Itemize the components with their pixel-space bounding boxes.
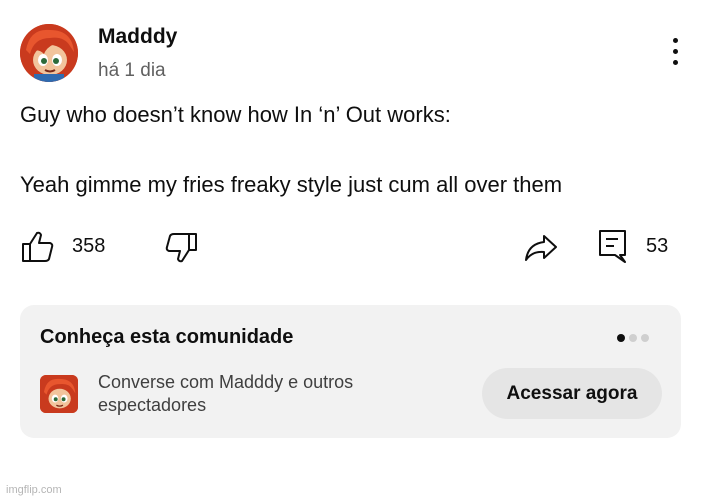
- reply-button[interactable]: [598, 229, 628, 270]
- watermark: imgflip.com: [6, 484, 62, 496]
- thumbs-down-icon: [165, 233, 197, 263]
- pager-dot-active[interactable]: [617, 334, 625, 342]
- avatar[interactable]: [20, 24, 78, 82]
- avatar-character-icon: [40, 375, 78, 413]
- comment-text-line-1: Guy who doesn’t know how In ‘n’ Out work…: [20, 102, 451, 127]
- community-card-description: Converse com Madddy e outros espectadore…: [98, 372, 354, 415]
- community-card-title: Conheça esta comunidade: [40, 326, 294, 348]
- more-options-icon[interactable]: [664, 38, 686, 70]
- thumbs-up-icon: [22, 231, 54, 262]
- comment-icon: [599, 230, 626, 263]
- dislike-button[interactable]: [164, 231, 198, 270]
- comment-author[interactable]: Madddy: [98, 25, 177, 49]
- comment-timestamp: há 1 dia: [98, 60, 166, 81]
- avatar-character-icon: [20, 24, 78, 82]
- join-community-button[interactable]: Acessar agora: [482, 368, 662, 419]
- share-icon: [525, 235, 557, 261]
- share-button[interactable]: [524, 232, 558, 267]
- reply-count: 53: [646, 235, 669, 257]
- pager-dot[interactable]: [641, 334, 649, 342]
- community-avatar: [40, 375, 78, 413]
- comment-text-line-2: Yeah gimme my fries freaky style just cu…: [20, 172, 563, 197]
- like-button[interactable]: [21, 230, 55, 269]
- carousel-pager[interactable]: [617, 329, 653, 347]
- community-card: Conheça esta comunidade Converse com Mad…: [20, 305, 681, 438]
- like-count: 358: [72, 235, 106, 257]
- pager-dot[interactable]: [629, 334, 637, 342]
